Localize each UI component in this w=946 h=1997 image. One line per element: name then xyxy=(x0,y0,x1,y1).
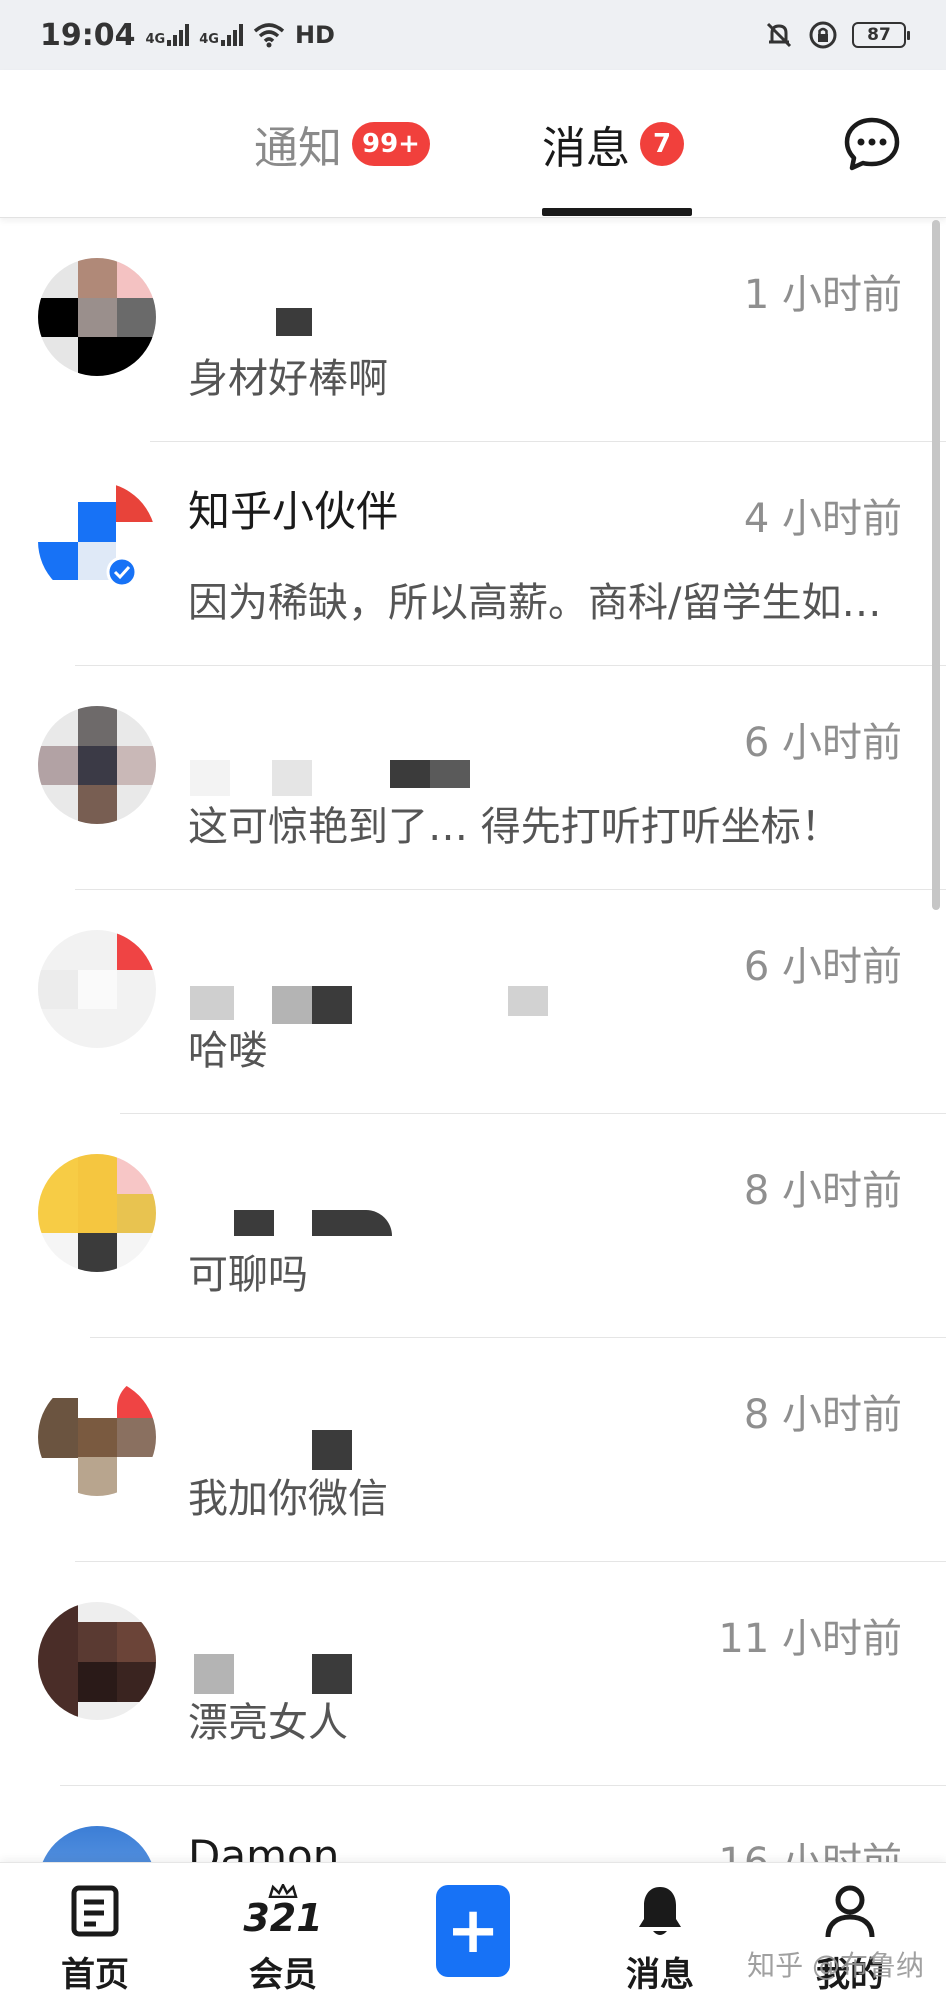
hd-indicator: HD xyxy=(294,21,335,49)
status-bar: 19:04 4G 4G HD 87 xyxy=(0,0,946,70)
nav-home-label: 首页 xyxy=(61,1955,129,1995)
home-icon xyxy=(71,1885,119,1937)
avatar xyxy=(38,930,156,1048)
sender-name: 知乎小伙伴 xyxy=(188,487,399,536)
pixelated-name xyxy=(234,1210,274,1236)
message-preview: 我加你微信 xyxy=(188,1476,388,1522)
message-time: 6 小时前 xyxy=(743,944,902,990)
tab-notifications-label: 通知 xyxy=(254,123,342,174)
signal-icon-2: 4G xyxy=(199,24,243,46)
pixelated-name xyxy=(312,1430,352,1470)
message-preview: 漂亮女人 xyxy=(188,1700,348,1746)
tab-messages-label: 消息 xyxy=(542,123,630,174)
status-right: 87 xyxy=(764,20,910,50)
scrollbar[interactable] xyxy=(932,220,940,910)
pixelated-name xyxy=(272,760,312,796)
avatar xyxy=(38,1154,156,1272)
pixelated-name xyxy=(276,308,312,336)
mute-icon xyxy=(766,22,792,48)
member-icon-text: 321 xyxy=(243,1896,323,1940)
add-button[interactable]: + xyxy=(436,1885,510,1977)
signal-icon: 4G xyxy=(146,24,190,46)
bell-icon xyxy=(639,1887,681,1935)
header: 通知 99+ 消息 7 xyxy=(0,70,946,218)
message-item[interactable]: 8 小时前 我加你微信 xyxy=(0,1338,946,1562)
message-preview: 这可惊艳到了… 得先打听打听坐标！ xyxy=(188,804,841,850)
pixelated-name xyxy=(190,760,230,796)
wifi-icon xyxy=(253,23,285,48)
status-left: 19:04 4G 4G HD xyxy=(40,18,335,53)
message-item[interactable]: 8 小时前 可聊吗 xyxy=(0,1114,946,1338)
pixelated-name xyxy=(194,1654,234,1694)
user-icon xyxy=(825,1885,875,1938)
tab-messages[interactable]: 消息 7 xyxy=(542,70,684,218)
battery-icon: 87 xyxy=(852,22,910,48)
message-time: 11 小时前 xyxy=(718,1616,902,1662)
avatar xyxy=(38,482,156,600)
message-item[interactable]: 6 小时前 哈喽 xyxy=(0,890,946,1114)
member-icon: 321 xyxy=(243,1881,323,1941)
pixelated-name xyxy=(190,986,234,1020)
message-preview: 身材好棒啊 xyxy=(188,356,388,402)
pixelated-name xyxy=(312,1654,352,1694)
nav-member-label: 会员 xyxy=(249,1955,317,1995)
notifications-badge: 99+ xyxy=(352,122,430,166)
avatar xyxy=(38,706,156,824)
message-time: 6 小时前 xyxy=(743,720,902,766)
pixelated-name xyxy=(508,986,548,1016)
watermark: 知乎 @布鲁纳 xyxy=(747,1949,924,1982)
message-list: 1 小时前 身材好棒啊 知乎小伙伴 4 小时前 因为稀缺，所以高薪。商科/留学生… xyxy=(0,218,946,1997)
message-time: 8 小时前 xyxy=(743,1168,902,1214)
message-preview: 因为稀缺，所以高薪。商科/留学生如… xyxy=(188,580,882,626)
messages-badge: 7 xyxy=(640,122,684,166)
message-time: 1 小时前 xyxy=(743,272,902,318)
nav-member[interactable]: 321 会员 xyxy=(223,1863,343,1997)
plus-icon: + xyxy=(446,1894,500,1968)
message-preview: 哈喽 xyxy=(188,1028,268,1074)
avatar xyxy=(38,1378,156,1496)
pixelated-name xyxy=(390,760,430,788)
lock-rotation-icon xyxy=(809,21,837,49)
avatar xyxy=(38,1602,156,1720)
pixelated-name xyxy=(312,1210,392,1236)
active-tab-indicator xyxy=(542,208,692,216)
tab-notifications[interactable]: 通知 99+ xyxy=(254,70,430,218)
screen: 19:04 4G 4G HD 87 通知 99+ 消息 7 1 小时前 身材好棒… xyxy=(0,0,946,1997)
message-time: 4 小时前 xyxy=(743,496,902,542)
message-preview: 可聊吗 xyxy=(188,1252,308,1298)
status-time: 19:04 xyxy=(40,17,136,53)
message-time: 8 小时前 xyxy=(743,1392,902,1438)
avatar xyxy=(38,258,156,376)
message-item[interactable]: 1 小时前 身材好棒啊 xyxy=(0,218,946,442)
chat-bubble-icon[interactable] xyxy=(842,114,902,174)
message-item[interactable]: 11 小时前 漂亮女人 xyxy=(0,1562,946,1786)
message-item[interactable]: 6 小时前 这可惊艳到了… 得先打听打听坐标！ xyxy=(0,666,946,890)
verified-icon xyxy=(106,556,138,588)
nav-home[interactable]: 首页 xyxy=(35,1863,155,1997)
pixelated-name xyxy=(430,760,470,788)
nav-messages[interactable]: 消息 xyxy=(600,1863,720,1997)
nav-messages-label: 消息 xyxy=(626,1955,694,1995)
message-item[interactable]: 知乎小伙伴 4 小时前 因为稀缺，所以高薪。商科/留学生如… xyxy=(0,442,946,666)
